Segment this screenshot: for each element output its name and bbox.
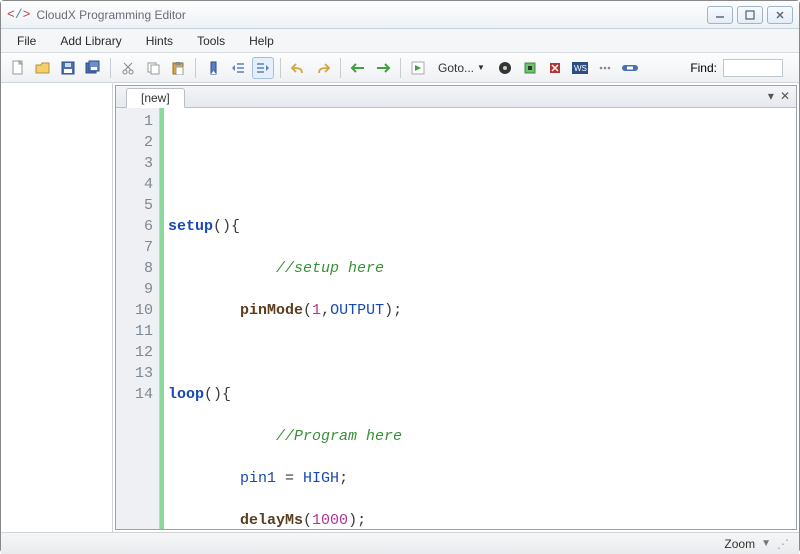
app-title: CloudX Programming Editor bbox=[36, 8, 185, 22]
toolbar-separator bbox=[340, 58, 341, 78]
menubar: File Add Library Hints Tools Help bbox=[1, 29, 799, 53]
tab-menu-icon[interactable]: ▾ bbox=[768, 89, 774, 103]
code-area[interactable]: 1 2 3 4 5 6 7 8 9 10 11 12 13 14 setup()… bbox=[116, 108, 796, 529]
tab-bar: [new] ▾ ✕ bbox=[116, 86, 796, 108]
indent-right-icon[interactable] bbox=[252, 57, 274, 79]
goto-button[interactable]: Goto... ▼ bbox=[432, 59, 491, 77]
resize-grip-icon[interactable]: ⋰ bbox=[777, 537, 789, 551]
goto-label: Goto... bbox=[438, 61, 474, 75]
ws-icon[interactable]: WS bbox=[569, 57, 591, 79]
toolbar-separator bbox=[110, 58, 111, 78]
dots-icon[interactable] bbox=[594, 57, 616, 79]
stop-icon[interactable] bbox=[544, 57, 566, 79]
main-area: [new] ▾ ✕ 1 2 3 4 5 6 7 8 9 10 11 12 13 bbox=[1, 83, 799, 532]
titlebar: </> CloudX Programming Editor bbox=[1, 1, 799, 29]
nav-forward-icon[interactable] bbox=[372, 57, 394, 79]
nav-back-icon[interactable] bbox=[347, 57, 369, 79]
sidebar[interactable] bbox=[1, 83, 113, 532]
minimize-button[interactable] bbox=[707, 6, 733, 24]
find-label: Find: bbox=[690, 61, 717, 75]
tab-close-icon[interactable]: ✕ bbox=[780, 89, 790, 103]
toolbar: Goto... ▼ WS Find: bbox=[1, 53, 799, 83]
app-icon: </> bbox=[7, 7, 30, 22]
find-area: Find: bbox=[690, 59, 793, 77]
zoom-label[interactable]: Zoom bbox=[724, 537, 755, 551]
toolbar-separator bbox=[280, 58, 281, 78]
link-icon[interactable] bbox=[619, 57, 641, 79]
menu-hints[interactable]: Hints bbox=[136, 31, 183, 51]
tab-label: [new] bbox=[141, 91, 170, 105]
menu-help[interactable]: Help bbox=[239, 31, 284, 51]
zoom-dropdown-icon[interactable]: ▼ bbox=[761, 538, 771, 549]
cut-icon[interactable] bbox=[117, 57, 139, 79]
chevron-down-icon: ▼ bbox=[477, 63, 485, 72]
save-all-icon[interactable] bbox=[82, 57, 104, 79]
code-text[interactable]: setup(){ //setup here pinMode(1,OUTPUT);… bbox=[164, 108, 796, 529]
copy-icon[interactable] bbox=[142, 57, 164, 79]
toolbar-separator bbox=[400, 58, 401, 78]
save-icon[interactable] bbox=[57, 57, 79, 79]
line-gutter: 1 2 3 4 5 6 7 8 9 10 11 12 13 14 bbox=[116, 108, 160, 529]
close-button[interactable] bbox=[767, 6, 793, 24]
bookmark-icon[interactable] bbox=[202, 57, 224, 79]
tab-new[interactable]: [new] bbox=[126, 88, 185, 108]
menu-tools[interactable]: Tools bbox=[187, 31, 235, 51]
redo-icon[interactable] bbox=[312, 57, 334, 79]
board-icon[interactable] bbox=[519, 57, 541, 79]
new-file-icon[interactable] bbox=[7, 57, 29, 79]
toolbar-separator bbox=[195, 58, 196, 78]
chip-icon[interactable] bbox=[494, 57, 516, 79]
maximize-button[interactable] bbox=[737, 6, 763, 24]
menu-add-library[interactable]: Add Library bbox=[50, 31, 131, 51]
compile-icon[interactable] bbox=[407, 57, 429, 79]
paste-icon[interactable] bbox=[167, 57, 189, 79]
find-input[interactable] bbox=[723, 59, 783, 77]
editor: [new] ▾ ✕ 1 2 3 4 5 6 7 8 9 10 11 12 13 bbox=[115, 85, 797, 530]
status-bar: Zoom ▼ ⋰ bbox=[1, 532, 799, 554]
window-controls bbox=[707, 6, 793, 24]
undo-icon[interactable] bbox=[287, 57, 309, 79]
menu-file[interactable]: File bbox=[7, 31, 46, 51]
open-file-icon[interactable] bbox=[32, 57, 54, 79]
indent-left-icon[interactable] bbox=[227, 57, 249, 79]
svg-text:WS: WS bbox=[574, 64, 587, 73]
